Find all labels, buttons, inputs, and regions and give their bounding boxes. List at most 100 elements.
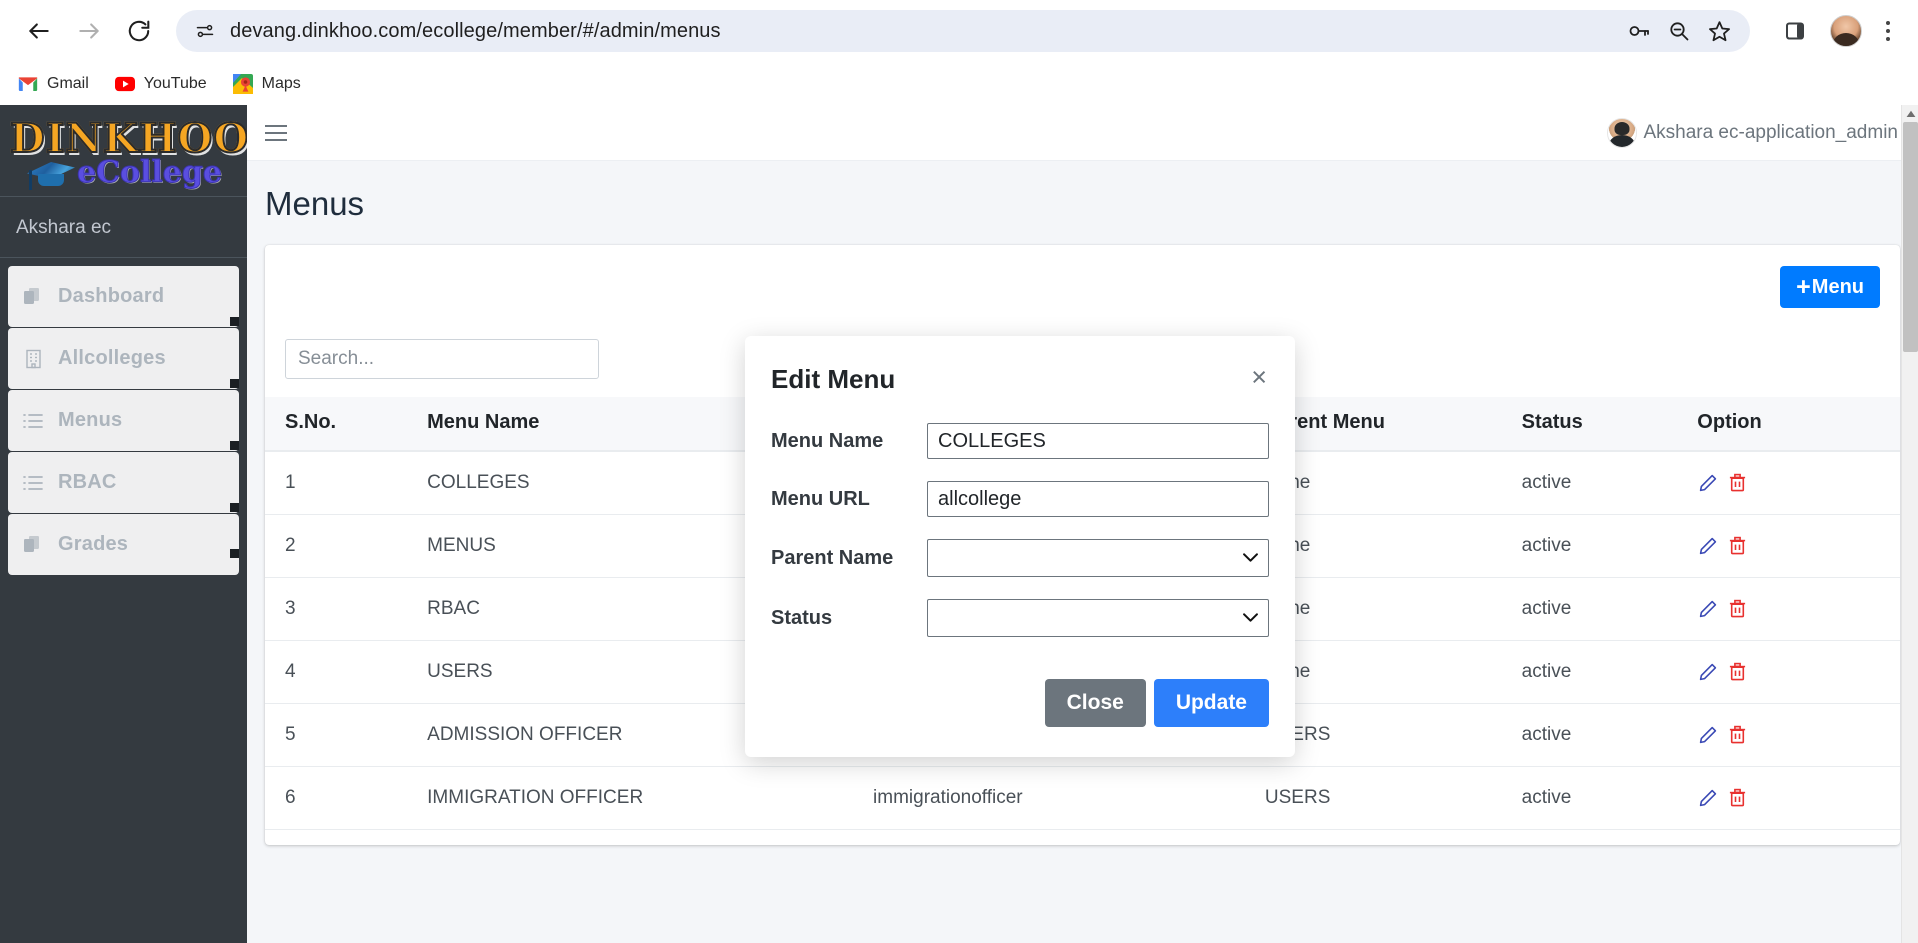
cell-menu-name: IMMIGRATION OFFICER: [427, 766, 874, 830]
maps-icon: [232, 73, 253, 94]
modal-title: Edit Menu: [771, 364, 896, 394]
label-parent-name: Parent Name: [771, 546, 894, 569]
cell-status: active: [1521, 451, 1698, 515]
sidebar-item-label: Dashboard: [58, 285, 165, 307]
profile-avatar[interactable]: [1830, 15, 1862, 47]
delete-icon[interactable]: [1726, 787, 1748, 809]
site-info-icon[interactable]: [190, 16, 220, 46]
side-panel-icon[interactable]: [1774, 10, 1816, 52]
sidebar-item-label: Menus: [58, 409, 123, 431]
zoom-out-icon[interactable]: [1666, 18, 1692, 44]
topbar-user[interactable]: Akshara ec-application_admin: [1607, 117, 1898, 148]
parent-name-select[interactable]: [927, 539, 1269, 577]
user-avatar: [1607, 117, 1638, 148]
scroll-up-icon[interactable]: [1902, 105, 1918, 122]
key-icon[interactable]: [1626, 18, 1652, 44]
edit-icon[interactable]: [1697, 787, 1719, 809]
form-row-menu-url: Menu URL: [771, 481, 1269, 517]
sidebar-scroll-marker: [230, 549, 239, 558]
sidebar-item-allcolleges[interactable]: Allcolleges: [8, 328, 239, 389]
cell-options: [1697, 451, 1900, 515]
delete-icon[interactable]: [1726, 724, 1748, 746]
form-row-menu-name: Menu Name: [771, 423, 1269, 459]
graduation-cap-icon: [25, 158, 79, 190]
sidebar-item-rbac[interactable]: RBAC: [8, 452, 239, 513]
edit-icon[interactable]: [1697, 535, 1719, 557]
delete-icon[interactable]: [1726, 535, 1748, 557]
url-text: devang.dinkhoo.com/ecollege/member/#/adm…: [230, 19, 721, 42]
column-header-status[interactable]: Status: [1521, 397, 1698, 452]
label-status: Status: [771, 606, 833, 629]
bookmark-youtube[interactable]: YouTube: [114, 74, 207, 94]
form-row-status: Status: [771, 599, 1269, 637]
edit-icon[interactable]: [1697, 598, 1719, 620]
delete-icon[interactable]: [1726, 472, 1748, 494]
close-icon[interactable]: ×: [1249, 364, 1269, 391]
cell-status: active: [1521, 640, 1698, 704]
column-header-sno[interactable]: S.No.: [265, 397, 428, 452]
bookmark-star-icon[interactable]: [1706, 18, 1732, 44]
cell-menu-url: immigrationofficer: [873, 766, 1265, 830]
cell-parent-menu: None: [1264, 451, 1522, 515]
column-header-option: Option: [1697, 397, 1900, 452]
content-scrollbar[interactable]: [1901, 105, 1918, 943]
edit-icon[interactable]: [1697, 472, 1719, 494]
cell-sno: 5: [265, 703, 428, 767]
edit-icon[interactable]: [1697, 661, 1719, 683]
add-menu-button[interactable]: + Menu: [1780, 266, 1880, 308]
plus-icon: +: [1796, 272, 1811, 301]
bookmark-label: Maps: [261, 74, 301, 92]
cell-options: [1697, 766, 1900, 830]
sidebar-item-grades[interactable]: Grades: [8, 514, 239, 575]
address-bar[interactable]: devang.dinkhoo.com/ecollege/member/#/adm…: [176, 10, 1750, 52]
cell-parent-menu: USERS: [1264, 703, 1522, 767]
sidebar-item-label: Allcolleges: [58, 347, 166, 369]
update-button[interactable]: Update: [1153, 679, 1269, 727]
sidebar-item-menus[interactable]: Menus: [8, 390, 239, 451]
delete-icon[interactable]: [1726, 598, 1748, 620]
cell-options: [1697, 640, 1900, 704]
sidebar-logo[interactable]: DINKHOO! eCollege: [0, 105, 247, 197]
column-header-parent-menu[interactable]: Parent Menu: [1264, 397, 1522, 452]
label-menu-name: Menu Name: [771, 429, 884, 452]
reload-icon[interactable]: [118, 10, 160, 52]
menu-url-input[interactable]: [927, 481, 1269, 517]
chrome-menu-icon[interactable]: [1876, 21, 1900, 41]
cell-status: active: [1521, 577, 1698, 641]
cell-status: active: [1521, 514, 1698, 578]
cell-sno: 6: [265, 766, 428, 830]
sidebar-scroll-marker: [230, 503, 239, 512]
logo-dinkhoo-text: DINKHOO!: [9, 115, 247, 162]
cell-sno: 4: [265, 640, 428, 704]
cell-parent-menu: None: [1264, 640, 1522, 704]
cell-options: [1697, 703, 1900, 767]
add-menu-label: Menu: [1811, 275, 1864, 298]
close-button[interactable]: Close: [1044, 679, 1146, 727]
delete-icon[interactable]: [1726, 661, 1748, 683]
scrollbar-thumb[interactable]: [1903, 122, 1918, 352]
sidebar: DINKHOO! eCollege Akshara ec Dashboard A…: [0, 105, 247, 943]
omnibox-actions: [1626, 18, 1740, 44]
search-input[interactable]: [285, 339, 599, 379]
back-icon[interactable]: [18, 10, 60, 52]
edit-icon[interactable]: [1697, 724, 1719, 746]
menu-toggle-icon[interactable]: [265, 124, 287, 141]
cell-parent-menu: None: [1264, 514, 1522, 578]
modal-footer: Close Update: [745, 667, 1295, 757]
bookmark-maps[interactable]: Maps: [232, 73, 301, 94]
status-select[interactable]: [927, 599, 1269, 637]
app-topbar: Akshara ec-application_admin: [247, 105, 1918, 161]
youtube-icon: [114, 74, 135, 94]
copy-icon: [22, 286, 44, 308]
sidebar-scroll-marker: [230, 379, 239, 388]
bookmark-gmail[interactable]: Gmail: [18, 74, 89, 94]
browser-toolbar: devang.dinkhoo.com/ecollege/member/#/adm…: [0, 0, 1918, 62]
cell-parent-menu: USERS: [1264, 766, 1522, 830]
sidebar-user-name: Akshara ec: [0, 197, 247, 258]
sidebar-item-dashboard[interactable]: Dashboard: [8, 266, 239, 327]
label-menu-url: Menu URL: [771, 487, 870, 510]
forward-icon[interactable]: [68, 10, 110, 52]
list-icon: [22, 472, 44, 494]
menu-name-input[interactable]: [927, 423, 1269, 459]
table-row: 6 IMMIGRATION OFFICER immigrationofficer…: [265, 766, 1900, 830]
